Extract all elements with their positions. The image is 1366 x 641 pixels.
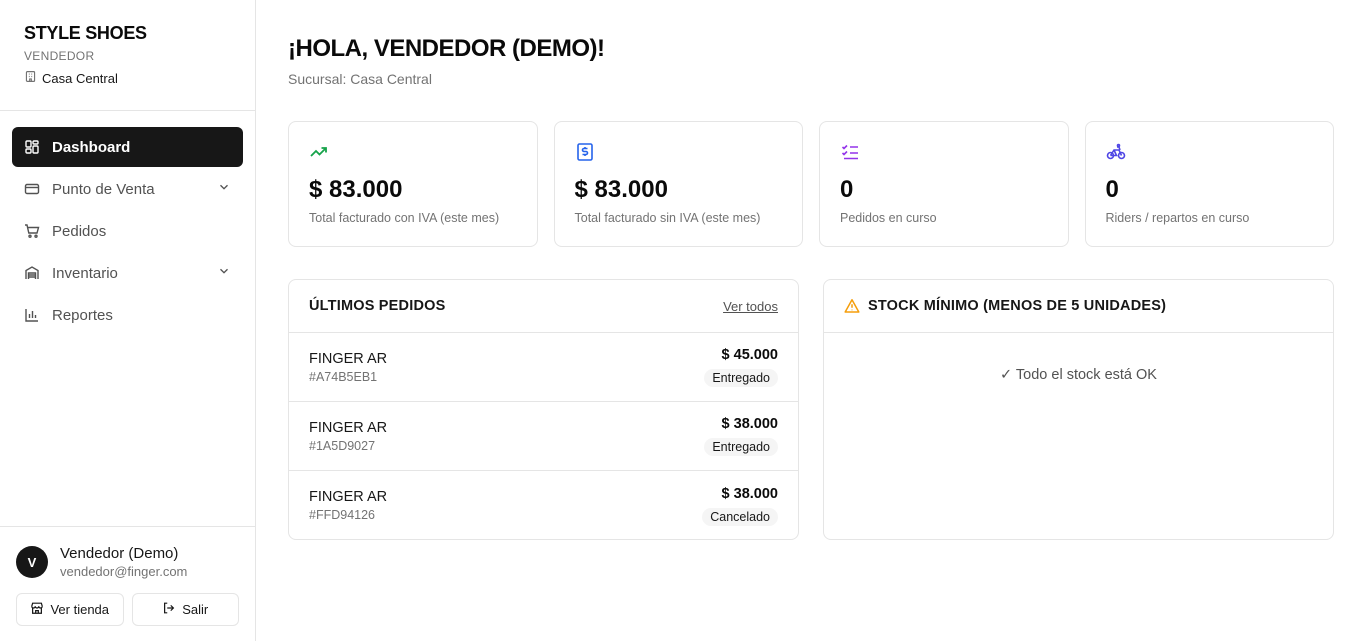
bike-icon: [1106, 142, 1126, 162]
status-badge: Entregado: [704, 369, 778, 387]
warehouse-icon: [24, 265, 40, 281]
stat-value: 0: [840, 176, 854, 203]
credit-card-icon: [24, 181, 40, 197]
brand-block: STYLE SHOES VENDEDOR Casa Central: [0, 0, 255, 111]
stats-row: $ 83.000 Total facturado con IVA (este m…: [288, 121, 1334, 247]
chevron-down-icon[interactable]: [217, 264, 231, 282]
min-stock-title: STOCK MÍNIMO (MENOS DE 5 UNIDADES): [868, 298, 1167, 314]
stat-card-revenue-with-tax: $ 83.000 Total facturado con IVA (este m…: [288, 121, 538, 247]
dashboard-icon: [24, 139, 40, 155]
order-amount: $ 45.000: [721, 347, 778, 363]
stat-label: Total facturado sin IVA (este mes): [574, 211, 761, 225]
sidebar-item-label: Reportes: [52, 306, 113, 324]
branch-name: Casa Central: [42, 70, 118, 86]
page-title: ¡HOLA, VENDEDOR (DEMO)!: [288, 35, 605, 62]
user-info: V Vendedor (Demo) vendedor@finger.com: [16, 545, 239, 579]
status-badge: Entregado: [704, 438, 778, 456]
table-row[interactable]: FINGER AR #FFD94126 $ 38.000 Cancelado: [289, 471, 798, 539]
receipt-dollar-icon: [575, 142, 595, 162]
min-stock-panel: STOCK MÍNIMO (MENOS DE 5 UNIDADES) ✓ Tod…: [823, 279, 1334, 540]
user-name: Vendedor (Demo): [60, 545, 179, 562]
bar-chart-icon: [24, 307, 40, 323]
user-details: Vendedor (Demo) vendedor@finger.com: [60, 545, 187, 579]
sidebar-item-reportes[interactable]: Reportes: [12, 295, 243, 335]
order-customer: FINGER AR: [309, 350, 388, 367]
sidebar-item-label: Pedidos: [52, 222, 107, 240]
panels-row: ÚLTIMOS PEDIDOS Ver todos FINGER AR #A74…: [288, 279, 1334, 540]
view-all-orders-link[interactable]: Ver todos: [723, 299, 778, 314]
brand-title: STYLE SHOES: [24, 23, 147, 43]
trending-up-icon: [309, 142, 329, 162]
sidebar: STYLE SHOES VENDEDOR Casa Central Dashbo…: [0, 0, 256, 641]
order-id: #A74B5EB1: [309, 369, 378, 384]
checklist-icon: [840, 142, 860, 162]
main-content: ¡HOLA, VENDEDOR (DEMO)! Sucursal: Casa C…: [256, 0, 1366, 641]
stat-label: Total facturado con IVA (este mes): [309, 211, 500, 225]
order-amount: $ 38.000: [721, 485, 778, 502]
stat-label: Riders / repartos en curso: [1105, 211, 1250, 225]
order-id: #FFD94126: [309, 508, 376, 522]
logout-button[interactable]: Salir: [131, 593, 239, 626]
view-store-button[interactable]: Ver tienda: [16, 593, 124, 626]
table-row[interactable]: FINGER AR #1A5D9027 $ 38.000 Entregado: [289, 402, 798, 471]
branch-subtitle: Sucursal: Casa Central: [288, 71, 432, 87]
logout-icon: [162, 601, 176, 618]
store-icon: [30, 601, 44, 618]
table-row[interactable]: FINGER AR #A74B5EB1 $ 45.000 Entregado: [289, 333, 798, 402]
sidebar-item-label: Dashboard: [52, 138, 131, 156]
sidebar-item-pedidos[interactable]: Pedidos: [12, 211, 243, 251]
user-panel: V Vendedor (Demo) vendedor@finger.com Ve…: [0, 526, 255, 641]
sidebar-item-label: Punto de Venta: [52, 180, 155, 198]
stat-card-revenue-without-tax: $ 83.000 Total facturado sin IVA (este m…: [553, 121, 803, 247]
sidebar-item-dashboard[interactable]: Dashboard: [12, 127, 243, 167]
recent-orders-header: ÚLTIMOS PEDIDOS Ver todos: [289, 280, 798, 333]
warning-icon: [844, 298, 860, 314]
min-stock-header: STOCK MÍNIMO (MENOS DE 5 UNIDADES): [824, 280, 1333, 333]
user-role: VENDEDOR: [24, 49, 95, 63]
stat-card-orders-in-progress: 0 Pedidos en curso: [819, 121, 1069, 247]
stat-value: $ 83.000: [574, 176, 668, 203]
avatar: V: [16, 546, 48, 578]
chevron-down-icon[interactable]: [217, 180, 231, 198]
sidebar-item-label: Inventario: [52, 264, 118, 282]
order-customer: FINGER AR: [309, 419, 388, 436]
status-badge: Cancelado: [702, 507, 778, 526]
sidebar-item-inventario[interactable]: Inventario: [12, 253, 243, 293]
logout-label: Salir: [182, 602, 209, 617]
sidebar-item-punto-de-venta[interactable]: Punto de Venta: [12, 169, 243, 209]
order-customer: FINGER AR: [309, 489, 388, 505]
view-store-label: Ver tienda: [50, 602, 110, 617]
branch-indicator: Casa Central: [24, 70, 231, 86]
stock-ok-message: ✓ Todo el stock está OK: [1000, 367, 1157, 383]
recent-orders-title: ÚLTIMOS PEDIDOS: [309, 298, 446, 314]
building-icon: [24, 70, 37, 86]
stat-value: $ 83.000: [309, 176, 403, 203]
sidebar-nav: Dashboard Punto de Venta Pedidos Inventa…: [0, 111, 255, 353]
stat-value: 0: [1105, 176, 1119, 203]
stat-label: Pedidos en curso: [840, 211, 937, 225]
stat-card-riders-in-progress: 0 Riders / repartos en curso: [1084, 121, 1334, 247]
recent-orders-panel: ÚLTIMOS PEDIDOS Ver todos FINGER AR #A74…: [288, 279, 799, 540]
cart-icon: [24, 223, 40, 239]
user-email: vendedor@finger.com: [60, 564, 188, 579]
order-amount: $ 38.000: [721, 416, 778, 432]
order-id: #1A5D9027: [309, 438, 376, 453]
user-actions: Ver tienda Salir: [16, 593, 239, 626]
